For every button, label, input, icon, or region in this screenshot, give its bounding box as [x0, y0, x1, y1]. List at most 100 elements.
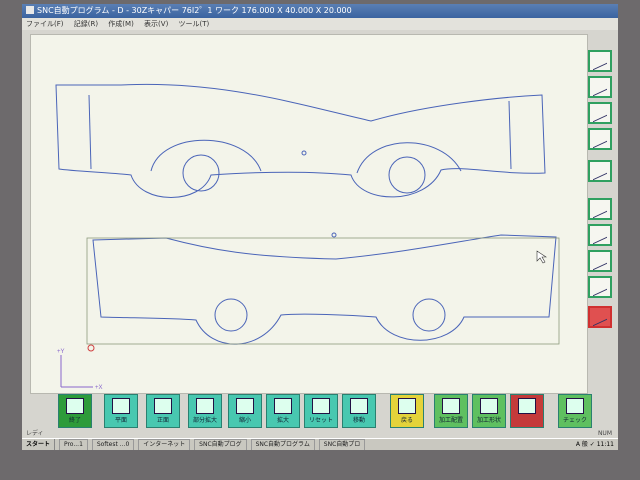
bottom-toolbar: 終了 平面 正面 部分拡大 縮小 拡大 リセット 移動 戻る 加工配置 加工形状…	[22, 392, 618, 430]
flat-view-button[interactable]: 平面	[104, 394, 138, 428]
top-edge-line	[88, 94, 92, 170]
partial-zoom-label: 部分拡大	[192, 417, 217, 424]
move-button[interactable]: 移動	[342, 394, 376, 428]
menu-tools[interactable]: ツール(T)	[175, 18, 214, 30]
stock-boundary	[86, 237, 560, 345]
hole	[412, 298, 446, 332]
line-icon	[593, 278, 607, 297]
back-label: 戻る	[400, 417, 413, 424]
layout-icon	[442, 398, 460, 414]
hand-tool-button[interactable]	[588, 102, 612, 124]
screen: SNC自動プログラム - D - 30Zキャパー 76I2゜1 ワーク 176.…	[22, 4, 618, 450]
right-tool-panel	[588, 50, 616, 340]
front-view-icon	[154, 398, 172, 414]
reset-button[interactable]: リセット	[304, 394, 338, 428]
expand-button[interactable]: 拡大	[266, 394, 300, 428]
center-mark	[301, 150, 307, 156]
shape-icon	[480, 398, 498, 414]
rectangle-tool-button[interactable]	[588, 306, 612, 328]
app-icon	[26, 6, 34, 14]
line-icon	[593, 226, 607, 245]
undo-arrow-icon	[398, 398, 416, 414]
center-mark	[331, 232, 337, 238]
hand-tool-icon	[593, 52, 607, 71]
drill-icon	[593, 200, 607, 219]
num-lock-indicator: NUM	[597, 430, 612, 437]
zoom-window-icon	[196, 398, 214, 414]
taskbar-item[interactable]: SNC自動プログラム	[250, 439, 315, 450]
start-button[interactable]: スタート	[22, 439, 56, 450]
line-tool-button[interactable]	[588, 224, 612, 246]
reduce-label: 縮小	[238, 417, 251, 424]
front-view-button[interactable]: 正面	[146, 394, 180, 428]
drill-button[interactable]	[588, 198, 612, 220]
mouse-cursor	[536, 250, 547, 264]
taskbar-item[interactable]: Softest ...0	[91, 439, 135, 450]
taskbar: スタート Pro...1 Softest ...0 インターネット SNC自動プ…	[22, 438, 618, 450]
bottom-part-outline	[92, 234, 557, 345]
y-axis-label: +Y	[57, 349, 65, 355]
line-icon	[593, 252, 607, 271]
expand-label: 拡大	[276, 417, 289, 424]
taskbar-item[interactable]: SNC自動プログ	[194, 439, 247, 450]
flat-label: 平面	[114, 417, 127, 424]
hole	[388, 156, 426, 194]
reset-icon	[312, 398, 330, 414]
back-button[interactable]: 戻る	[390, 394, 424, 428]
hand-tool-button[interactable]	[588, 128, 612, 150]
reset-label: リセット	[308, 417, 333, 424]
title-bar: SNC自動プログラム - D - 30Zキャパー 76I2゜1 ワーク 176.…	[22, 4, 618, 18]
zoom-in-icon	[274, 398, 292, 414]
taskbar-item[interactable]: SNC自動プロ	[318, 439, 366, 450]
menu-record[interactable]: 記録(R)	[70, 18, 102, 30]
line-tool-button[interactable]	[588, 276, 612, 298]
move-icon	[350, 398, 368, 414]
program-icon	[518, 398, 536, 414]
hand-tool-button[interactable]	[588, 76, 612, 98]
process-shape-button[interactable]: 加工形状	[472, 394, 506, 428]
status-text: レディ	[26, 430, 44, 437]
hole	[214, 298, 248, 332]
menu-file[interactable]: ファイル(F)	[22, 18, 68, 30]
hand-tool-icon	[593, 104, 607, 123]
top-part-outline	[55, 83, 546, 198]
program-button[interactable]	[510, 394, 544, 428]
menu-bar: ファイル(F) 記録(R) 作成(M) 表示(V) ツール(T)	[22, 18, 618, 30]
hole	[182, 154, 220, 192]
partial-zoom-button[interactable]: 部分拡大	[188, 394, 222, 428]
zoom-out-icon	[236, 398, 254, 414]
hand-tool-icon	[593, 130, 607, 149]
move-label: 移動	[352, 417, 365, 424]
end-button[interactable]: 終了	[58, 394, 92, 428]
x-axis-label: +X	[95, 385, 103, 391]
process-layout-button[interactable]: 加工配置	[434, 394, 468, 428]
origin-mark	[87, 344, 95, 352]
reduce-button[interactable]: 縮小	[228, 394, 262, 428]
check-button[interactable]: チェック	[558, 394, 592, 428]
taskbar-item[interactable]: Pro...1	[58, 439, 88, 450]
check-icon	[566, 398, 584, 414]
status-bar: レディ NUM	[22, 430, 618, 438]
line-tool-button[interactable]	[588, 250, 612, 272]
window-title: SNC自動プログラム - D - 30Zキャパー 76I2゜1 ワーク 176.…	[37, 6, 352, 15]
rectangle-icon	[593, 308, 607, 327]
end-label: 終了	[68, 417, 81, 424]
folder-icon	[66, 398, 84, 414]
number-1-icon	[593, 162, 607, 181]
system-tray-clock: A 般 ✓ 11:11	[575, 441, 614, 448]
drawing-canvas[interactable]: +Y +X	[30, 34, 588, 394]
cad-drawing: +Y +X	[55, 83, 560, 391]
taskbar-item[interactable]: インターネット	[138, 439, 191, 450]
process-shape-label: 加工形状	[476, 417, 501, 424]
process-layout-label: 加工配置	[438, 417, 463, 424]
boss-outline	[356, 142, 462, 174]
front-label: 正面	[156, 417, 169, 424]
number-one-button[interactable]	[588, 160, 612, 182]
plane-view-icon	[112, 398, 130, 414]
top-edge-line	[508, 100, 512, 170]
menu-view[interactable]: 表示(V)	[140, 18, 172, 30]
menu-create[interactable]: 作成(M)	[104, 18, 138, 30]
hand-tool-icon	[593, 78, 607, 97]
check-label: チェック	[562, 417, 587, 424]
hand-tool-button[interactable]	[588, 50, 612, 72]
